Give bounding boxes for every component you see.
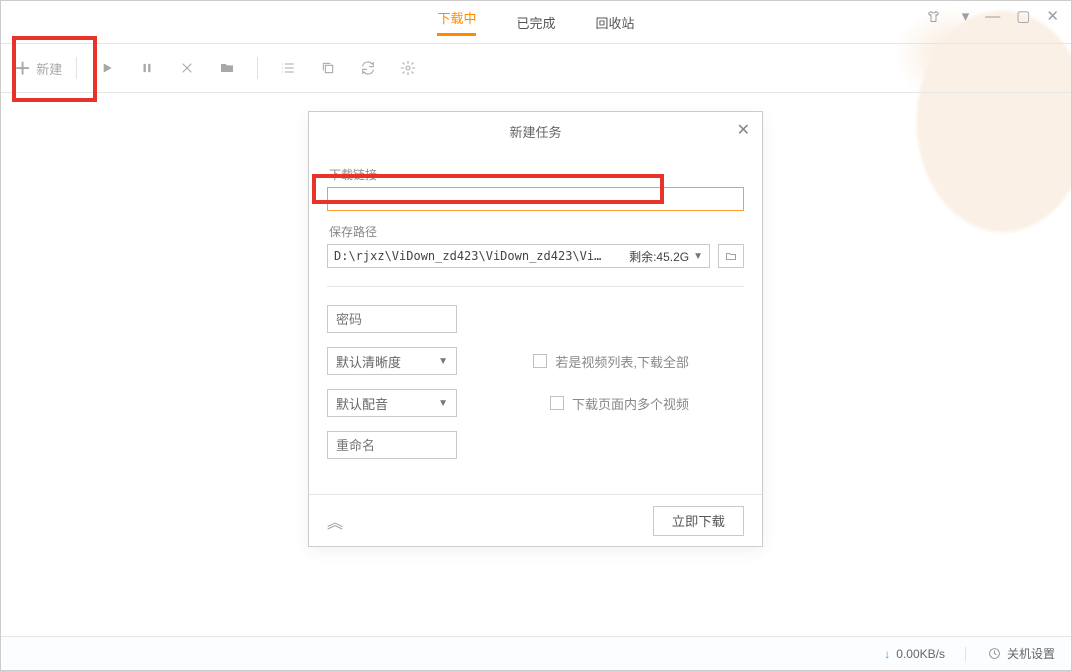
audio-select[interactable]: 默认配音 ▼ (327, 389, 457, 417)
speed-value: 0.00KB/s (896, 647, 945, 661)
collapse-advanced-button[interactable]: ︽ (327, 509, 339, 533)
dialog-footer: ︽ 立即下载 (309, 494, 762, 546)
dialog-close-button[interactable]: ✕ (737, 120, 750, 140)
window-controls: ▾ — ▢ ✕ (962, 9, 1059, 24)
dialog-title-bar: 新建任务 ✕ (309, 112, 762, 150)
remaining-space: 剩余:45.2G (629, 248, 689, 265)
chevron-down-icon: ▼ (693, 251, 703, 262)
tab-completed[interactable]: 已完成 (516, 13, 555, 32)
close-button[interactable]: ✕ (1046, 9, 1059, 24)
list-button[interactable] (272, 52, 304, 84)
chevron-down-icon: ▼ (438, 356, 448, 367)
copy-button[interactable] (312, 52, 344, 84)
download-link-label: 下载链接 (329, 166, 744, 183)
delete-button[interactable] (171, 52, 203, 84)
minimize-button[interactable]: — (985, 9, 1000, 24)
save-path-label: 保存路径 (329, 223, 744, 240)
separator (257, 57, 258, 79)
download-now-button[interactable]: 立即下载 (653, 506, 744, 536)
plus-icon: + (15, 59, 30, 77)
quality-select[interactable]: 默认清晰度 ▼ (327, 347, 457, 375)
multi-video-checkbox[interactable] (550, 396, 564, 410)
new-task-button[interactable]: + 新建 (15, 59, 62, 78)
status-bar: ↓ 0.00KB/s 关机设置 (1, 636, 1071, 670)
shutdown-label: 关机设置 (1007, 645, 1055, 662)
download-arrow-icon: ↓ (884, 647, 890, 661)
rename-input[interactable] (327, 431, 457, 459)
skin-icon[interactable] (926, 9, 941, 24)
tab-downloading[interactable]: 下载中 (437, 8, 476, 36)
audio-value: 默认配音 (336, 394, 388, 413)
tab-recycle[interactable]: 回收站 (596, 13, 635, 32)
multi-video-label: 下载页面内多个视频 (572, 394, 689, 413)
quality-value: 默认清晰度 (336, 352, 401, 371)
clock-icon (988, 647, 1001, 660)
chevron-down-icon: ▼ (438, 398, 448, 409)
maximize-button[interactable]: ▢ (1016, 9, 1030, 24)
refresh-button[interactable] (352, 52, 384, 84)
playlist-checkbox[interactable] (533, 354, 547, 368)
save-path-input[interactable]: D:\rjxz\ViDown_zd423\ViDown_zd423\ViDown… (327, 244, 710, 268)
settings-button[interactable] (392, 52, 424, 84)
download-link-input[interactable] (327, 187, 744, 211)
toolbar: + 新建 (1, 43, 1071, 93)
open-folder-button[interactable] (211, 52, 243, 84)
dropdown-icon[interactable]: ▾ (962, 9, 970, 24)
play-button[interactable] (91, 52, 123, 84)
dialog-title: 新建任务 (509, 122, 561, 141)
browse-folder-button[interactable] (718, 244, 744, 268)
shutdown-settings-button[interactable]: 关机设置 (988, 645, 1055, 662)
password-input[interactable] (327, 305, 457, 333)
download-speed: ↓ 0.00KB/s (884, 647, 966, 661)
separator (327, 286, 744, 287)
pause-button[interactable] (131, 52, 163, 84)
new-task-dialog: 新建任务 ✕ 下载链接 保存路径 D:\rjxz\ViDown_zd423\Vi… (308, 111, 763, 547)
top-tabs: 下载中 已完成 回收站 (1, 1, 1071, 43)
save-path-value: D:\rjxz\ViDown_zd423\ViDown_zd423\ViDown… (334, 249, 604, 263)
playlist-label: 若是视频列表,下载全部 (555, 352, 689, 371)
new-task-label: 新建 (36, 59, 62, 78)
separator (76, 57, 77, 79)
